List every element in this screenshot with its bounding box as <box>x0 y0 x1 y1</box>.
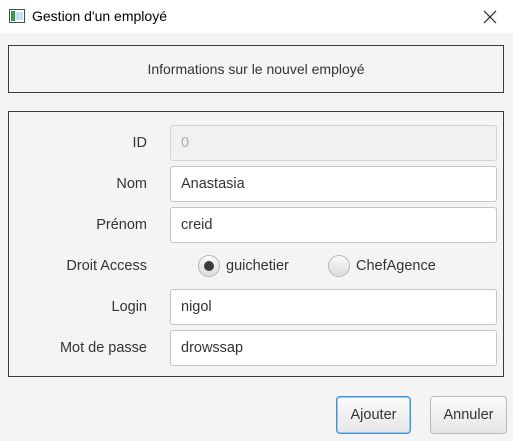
title-bar: Gestion d'un employé <box>0 0 513 33</box>
radio-guichetier-icon <box>198 255 220 277</box>
nom-row: Nom <box>9 166 503 202</box>
prenom-row: Prénom <box>9 207 503 243</box>
droit-access-row: Droit Access guichetier ChefAgence <box>9 248 503 284</box>
password-label: Mot de passe <box>59 340 147 356</box>
nom-field[interactable] <box>170 166 497 202</box>
header-title: Informations sur le nouvel employé <box>147 61 365 77</box>
droit-access-label: Droit Access <box>66 258 147 274</box>
login-field[interactable] <box>170 289 497 325</box>
login-label: Login <box>111 299 147 315</box>
id-label: ID <box>132 135 148 151</box>
prenom-label: Prénom <box>96 217 147 233</box>
nom-label: Nom <box>116 176 147 192</box>
radio-chefagence-icon <box>328 255 350 277</box>
annuler-button[interactable]: Annuler <box>430 396 507 434</box>
radio-chefagence-label: ChefAgence <box>356 258 436 274</box>
employee-form: ID Nom Prénom Droit Access guichetier Ch… <box>8 111 504 377</box>
prenom-field[interactable] <box>170 207 497 243</box>
radio-chefagence[interactable]: ChefAgence <box>328 248 436 284</box>
radio-guichetier[interactable]: guichetier <box>198 248 289 284</box>
id-field <box>170 125 497 161</box>
login-row: Login <box>9 289 503 325</box>
header-panel: Informations sur le nouvel employé <box>8 45 504 93</box>
password-row: Mot de passe <box>9 330 503 366</box>
id-row: ID <box>9 125 503 161</box>
close-button[interactable] <box>467 0 513 33</box>
window-title: Gestion d'un employé <box>32 8 167 24</box>
password-field[interactable] <box>170 330 497 366</box>
ajouter-button[interactable]: Ajouter <box>336 396 411 434</box>
close-icon <box>483 10 497 23</box>
radio-guichetier-label: guichetier <box>226 258 289 274</box>
app-window-icon <box>9 9 25 23</box>
